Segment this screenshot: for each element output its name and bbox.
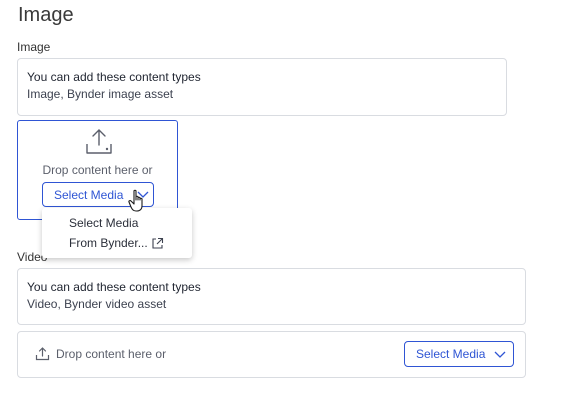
video-drop-zone[interactable]: Drop content here or Select Media — [17, 331, 526, 378]
video-select-media-button[interactable]: Select Media — [404, 341, 514, 367]
select-media-menu: Select Media From Bynder... — [42, 208, 192, 258]
external-link-icon — [152, 237, 163, 249]
image-drop-text: Drop content here or — [42, 163, 153, 177]
menu-item-from-bynder-label: From Bynder... — [69, 236, 148, 250]
chevron-down-icon — [494, 351, 506, 358]
upload-icon — [86, 129, 112, 154]
image-content-types-title: You can add these content types — [27, 70, 201, 84]
image-select-media-label: Select Media — [54, 187, 124, 202]
section-title: Image — [18, 4, 74, 26]
video-content-types-box: You can add these content types Video, B… — [17, 268, 526, 325]
upload-icon — [35, 347, 50, 361]
image-content-types-box: You can add these content types Image, B… — [17, 58, 507, 116]
video-drop-text: Drop content here or — [56, 347, 167, 361]
image-content-types-list: Image, Bynder image asset — [27, 87, 174, 101]
menu-item-select-media-label: Select Media — [69, 216, 139, 230]
menu-item-select-media[interactable]: Select Media — [69, 216, 138, 230]
video-select-media-label: Select Media — [416, 347, 486, 361]
hand-cursor-icon — [128, 189, 143, 212]
image-field-label: Image — [17, 40, 51, 54]
video-content-types-title: You can add these content types — [27, 280, 201, 294]
image-drop-zone[interactable]: Drop content here or Select Media — [17, 120, 178, 220]
video-content-types-list: Video, Bynder video asset — [27, 297, 167, 311]
menu-item-from-bynder[interactable]: From Bynder... — [69, 236, 164, 250]
